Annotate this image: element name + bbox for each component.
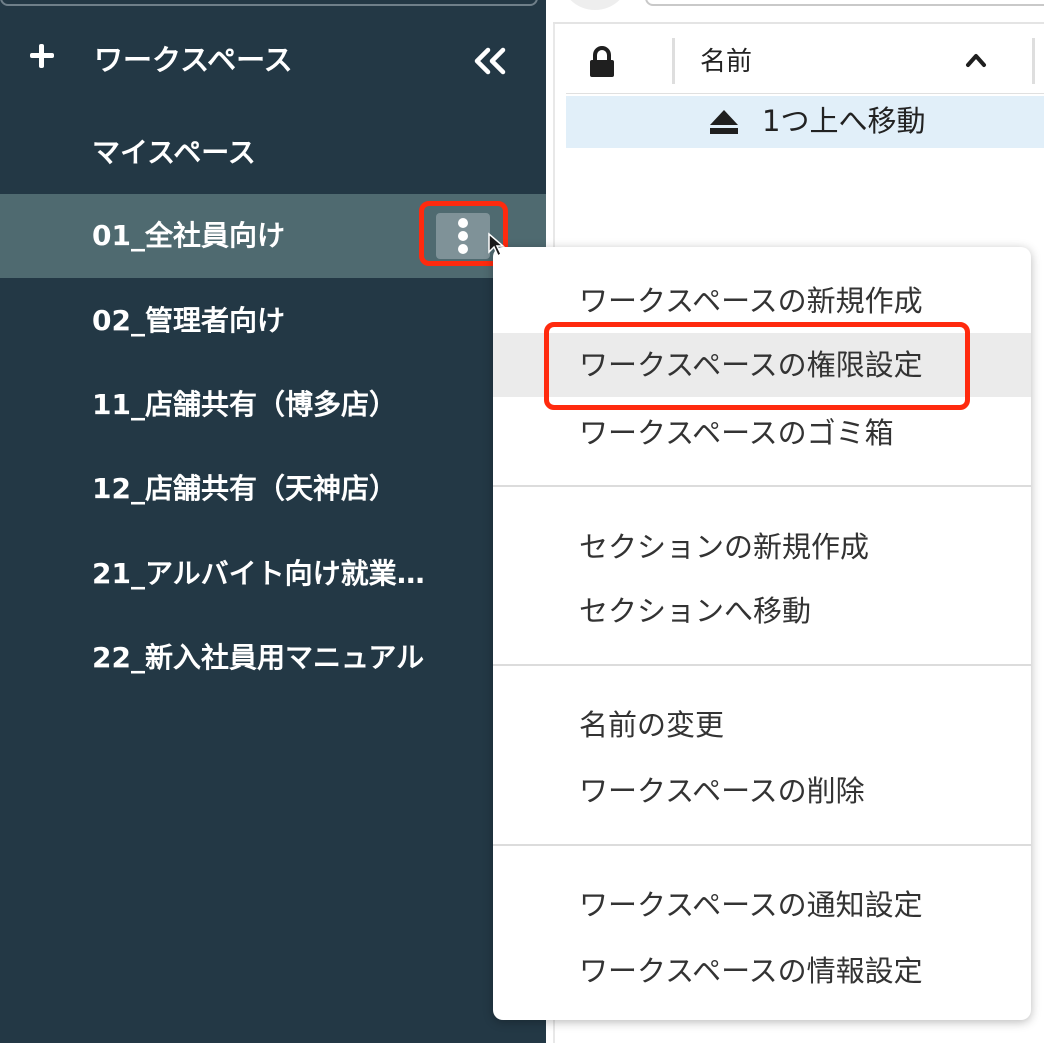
menu-item-label: セクションの新規作成	[579, 530, 870, 564]
sidebar-item-label: 12_店舗共有（天神店）	[92, 472, 397, 505]
kebab-icon-dot	[458, 231, 468, 241]
eject-icon	[708, 108, 740, 136]
kebab-icon	[458, 218, 468, 228]
menu-item-label: ワークスペースの権限設定	[579, 348, 923, 382]
menu-item-new-workspace[interactable]: ワークスペースの新規作成	[493, 269, 1031, 333]
sidebar-item-label: 11_店舗共有（博多店）	[92, 388, 397, 421]
menu-item-label: ワークスペースの新規作成	[579, 284, 923, 318]
menu-item-rename[interactable]: 名前の変更	[493, 693, 1031, 757]
search-input[interactable]	[645, 0, 1044, 6]
menu-item-workspace-trash[interactable]: ワークスペースのゴミ箱	[493, 401, 1031, 465]
move-up-label: 1つ上へ移動	[762, 104, 926, 138]
file-list-header: 名前	[566, 30, 1044, 94]
menu-item-label: ワークスペースの通知設定	[579, 888, 923, 922]
sidebar-item-workspace[interactable]: 22_新入社員用マニュアル	[0, 616, 546, 700]
workspace-title: ワークスペース	[94, 43, 293, 77]
sidebar-item-label: 22_新入社員用マニュアル	[92, 641, 425, 674]
sidebar-item-label: マイスペース	[92, 136, 256, 169]
kebab-icon-dot	[458, 244, 468, 254]
menu-item-new-section[interactable]: セクションの新規作成	[493, 515, 1031, 579]
menu-item-label: ワークスペースの情報設定	[579, 954, 923, 988]
sidebar-item-workspace[interactable]: 12_店舗共有（天神店）	[0, 447, 546, 531]
sidebar-item-label: 02_管理者向け	[92, 304, 285, 337]
sidebar-item-workspace[interactable]: 11_店舗共有（博多店）	[0, 363, 546, 447]
mouse-cursor-icon	[487, 232, 506, 258]
column-separator[interactable]	[1032, 38, 1035, 84]
chevron-up-icon[interactable]	[964, 50, 988, 70]
menu-item-info-settings[interactable]: ワークスペースの情報設定	[493, 939, 1031, 1003]
menu-item-label: ワークスペースの削除	[579, 774, 865, 808]
sidebar-item-label: 21_アルバイト向け就業規則	[92, 557, 448, 590]
divider	[553, 22, 1044, 24]
sidebar-search-field[interactable]	[0, 0, 538, 6]
move-up-row[interactable]: 1つ上へ移動	[566, 96, 1044, 148]
menu-divider	[493, 844, 1031, 846]
sidebar-item-workspace[interactable]: 01_全社員向け	[0, 194, 546, 278]
menu-item-move-to-section[interactable]: セクションへ移動	[493, 579, 1031, 643]
menu-item-workspace-permissions[interactable]: ワークスペースの権限設定	[493, 333, 1031, 397]
menu-item-label: ワークスペースのゴミ箱	[579, 416, 894, 450]
plus-icon[interactable]	[28, 42, 56, 70]
lock-icon	[588, 46, 616, 78]
menu-divider	[493, 485, 1031, 487]
sidebar-item-workspace[interactable]: 02_管理者向け	[0, 279, 546, 363]
avatar[interactable]	[560, 0, 630, 10]
sidebar-item-my-space[interactable]: マイスペース	[0, 111, 546, 195]
more-options-button[interactable]	[436, 213, 490, 259]
column-header-name[interactable]: 名前	[700, 42, 752, 82]
double-chevron-left-icon[interactable]	[470, 44, 510, 78]
sidebar-item-workspace[interactable]: 21_アルバイト向け就業規則	[0, 532, 546, 616]
sidebar: ワークスペース マイスペース 01_全社員向け 02_管理者向け 11_店舗共有…	[0, 0, 546, 1043]
workspace-context-menu: ワークスペースの新規作成 ワークスペースの権限設定 ワークスペースのゴミ箱 セク…	[493, 247, 1031, 1020]
menu-item-delete-workspace[interactable]: ワークスペースの削除	[493, 759, 1031, 823]
column-separator[interactable]	[672, 38, 675, 84]
menu-item-notification-settings[interactable]: ワークスペースの通知設定	[493, 873, 1031, 937]
menu-item-label: セクションへ移動	[579, 594, 812, 628]
menu-item-label: 名前の変更	[579, 708, 725, 742]
sidebar-item-label: 01_全社員向け	[92, 219, 285, 252]
workspace-header: ワークスペース	[0, 30, 546, 90]
menu-divider	[493, 664, 1031, 666]
